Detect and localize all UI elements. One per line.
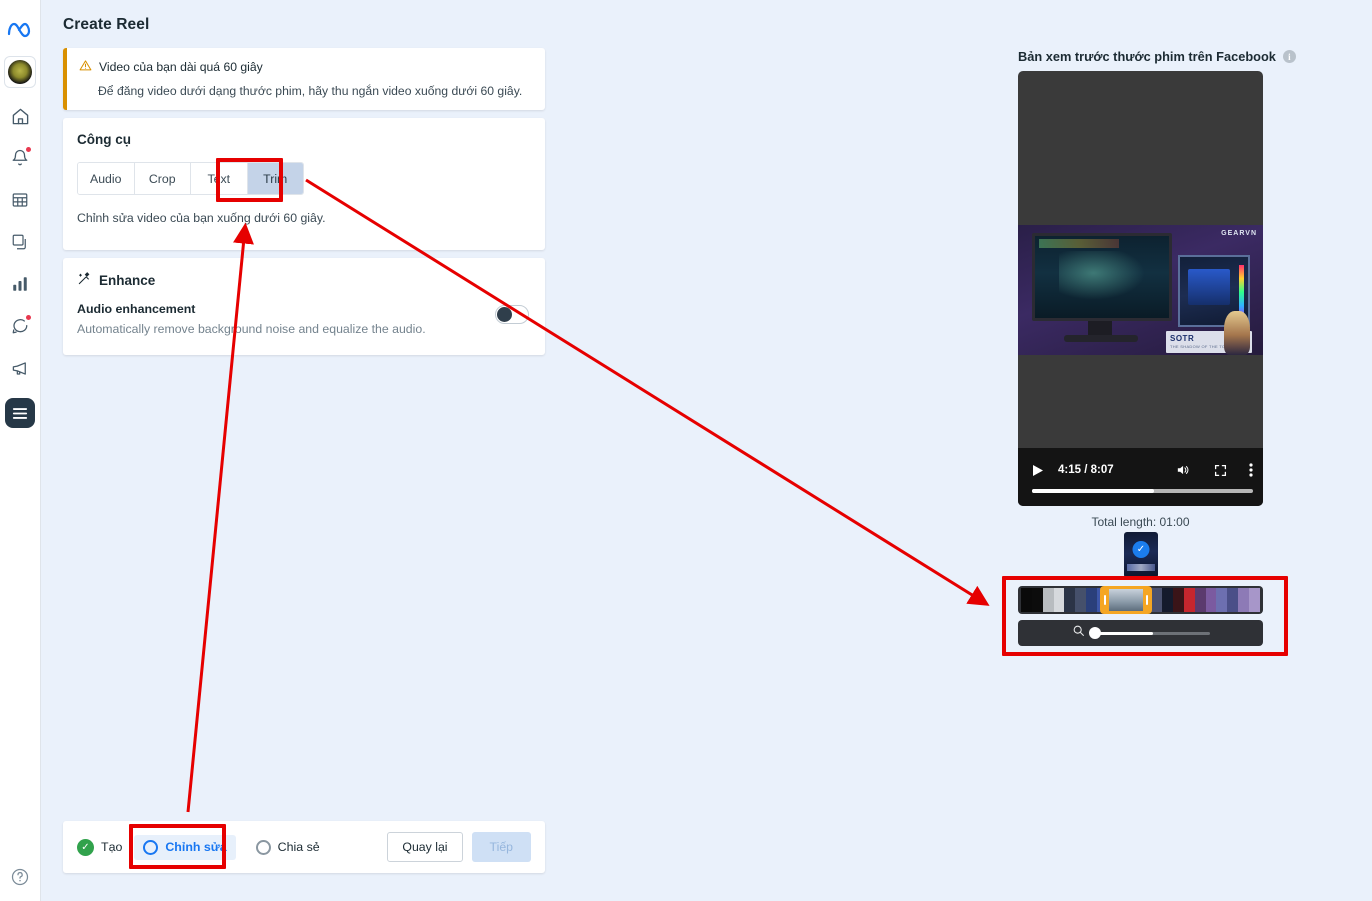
- video-time-display: 4:15 / 8:07: [1058, 464, 1114, 476]
- home-icon[interactable]: [6, 102, 34, 130]
- video-progress-bar[interactable]: [1032, 489, 1253, 493]
- tools-description: Chỉnh sửa video của bạn xuống dưới 60 gi…: [77, 211, 326, 225]
- planner-grid-icon[interactable]: [6, 186, 34, 214]
- meta-logo-icon[interactable]: [6, 16, 34, 44]
- enhance-card: Enhance Audio enhancement Automatically …: [63, 258, 545, 355]
- tools-heading: Công cụ: [77, 132, 131, 147]
- play-icon[interactable]: [1032, 464, 1044, 477]
- audio-enhancement-description: Automatically remove background noise an…: [77, 322, 426, 336]
- enhance-heading-row: Enhance: [77, 272, 529, 289]
- left-nav-rail: [0, 0, 41, 901]
- stepper-actions: Quay lại Tiếp: [387, 832, 531, 862]
- annotation-box-timeline: [1002, 576, 1288, 656]
- step-share-label: Chia sẻ: [277, 840, 320, 854]
- tools-card: Công cụ Audio Crop Text Trim Chỉnh sửa v…: [63, 118, 545, 250]
- warning-title-row: Video của bạn dài quá 60 giây: [79, 59, 531, 75]
- step-create[interactable]: ✓ Tạo: [77, 838, 123, 856]
- warning-triangle-icon: [79, 59, 92, 75]
- video-player[interactable]: GEARVN SOTR THE SHADOW OF THE TOMB RAIDE…: [1018, 71, 1263, 506]
- audio-enhancement-row: Audio enhancement Automatically remove b…: [77, 302, 529, 336]
- frame-cooler: [1188, 269, 1230, 305]
- inbox-chat-icon[interactable]: [6, 312, 34, 340]
- page-title: Create Reel: [63, 16, 150, 33]
- annotation-box-trim-tab: [216, 158, 283, 202]
- more-vertical-icon[interactable]: [1249, 463, 1253, 477]
- notifications-bell-icon[interactable]: [6, 144, 34, 172]
- video-frame: GEARVN SOTR THE SHADOW OF THE TOMB RAIDE…: [1018, 225, 1263, 355]
- video-controls-bar: 4:15 / 8:07: [1018, 448, 1263, 506]
- total-length-label: Total length: 01:00: [1091, 515, 1190, 529]
- magic-wand-icon: [77, 272, 91, 289]
- frame-monitor-base: [1064, 335, 1138, 342]
- avatar-image: [8, 60, 32, 84]
- check-icon: ✓: [77, 838, 94, 856]
- frame-monitor: [1032, 233, 1172, 321]
- thumbnail-strip: [1127, 564, 1155, 571]
- step-create-label: Tạo: [101, 840, 123, 854]
- inbox-badge: [26, 315, 31, 320]
- audio-enhancement-label: Audio enhancement: [77, 302, 196, 316]
- fullscreen-icon[interactable]: [1214, 464, 1227, 477]
- tab-crop[interactable]: Crop: [134, 163, 191, 194]
- step-share-circle-icon: [255, 839, 271, 855]
- cover-thumbnail[interactable]: ✓: [1124, 532, 1158, 578]
- content-pages-icon[interactable]: [6, 228, 34, 256]
- notification-badge: [26, 147, 31, 152]
- warning-title-text: Video của bạn dài quá 60 giây: [99, 60, 263, 74]
- enhance-heading-text: Enhance: [99, 273, 156, 288]
- frame-game-hud: [1039, 239, 1119, 248]
- video-progress-fill: [1032, 489, 1154, 493]
- preview-label-text: Bản xem trước thước phim trên Facebook: [1018, 49, 1276, 64]
- volume-icon[interactable]: [1175, 463, 1190, 477]
- back-button[interactable]: Quay lại: [387, 832, 463, 862]
- check-badge-icon: ✓: [1132, 541, 1150, 558]
- toggle-knob: [497, 307, 512, 322]
- info-icon[interactable]: i: [1282, 50, 1296, 63]
- duration-warning-banner: Video của bạn dài quá 60 giây Để đăng vi…: [63, 48, 545, 110]
- warning-description: Để đăng video dưới dạng thước phim, hãy …: [98, 84, 523, 98]
- frame-lower-third-title: SOTR: [1170, 334, 1195, 343]
- help-icon[interactable]: [10, 867, 30, 887]
- menu-hamburger-button[interactable]: [5, 398, 35, 428]
- annotation-box-edit-step: [129, 824, 226, 869]
- tab-audio[interactable]: Audio: [78, 163, 135, 194]
- ads-megaphone-icon[interactable]: [6, 354, 34, 382]
- audio-enhancement-toggle[interactable]: [495, 305, 529, 324]
- step-share[interactable]: Chia sẻ: [255, 839, 320, 855]
- video-controls-row: 4:15 / 8:07: [1032, 460, 1253, 480]
- insights-bar-chart-icon[interactable]: [6, 270, 34, 298]
- preview-label-row: Bản xem trước thước phim trên Facebook i: [1018, 49, 1296, 64]
- account-avatar[interactable]: [4, 56, 36, 88]
- frame-character: [1224, 311, 1250, 355]
- frame-brand-logo: GEARVN: [1221, 230, 1257, 237]
- next-button[interactable]: Tiếp: [471, 832, 531, 862]
